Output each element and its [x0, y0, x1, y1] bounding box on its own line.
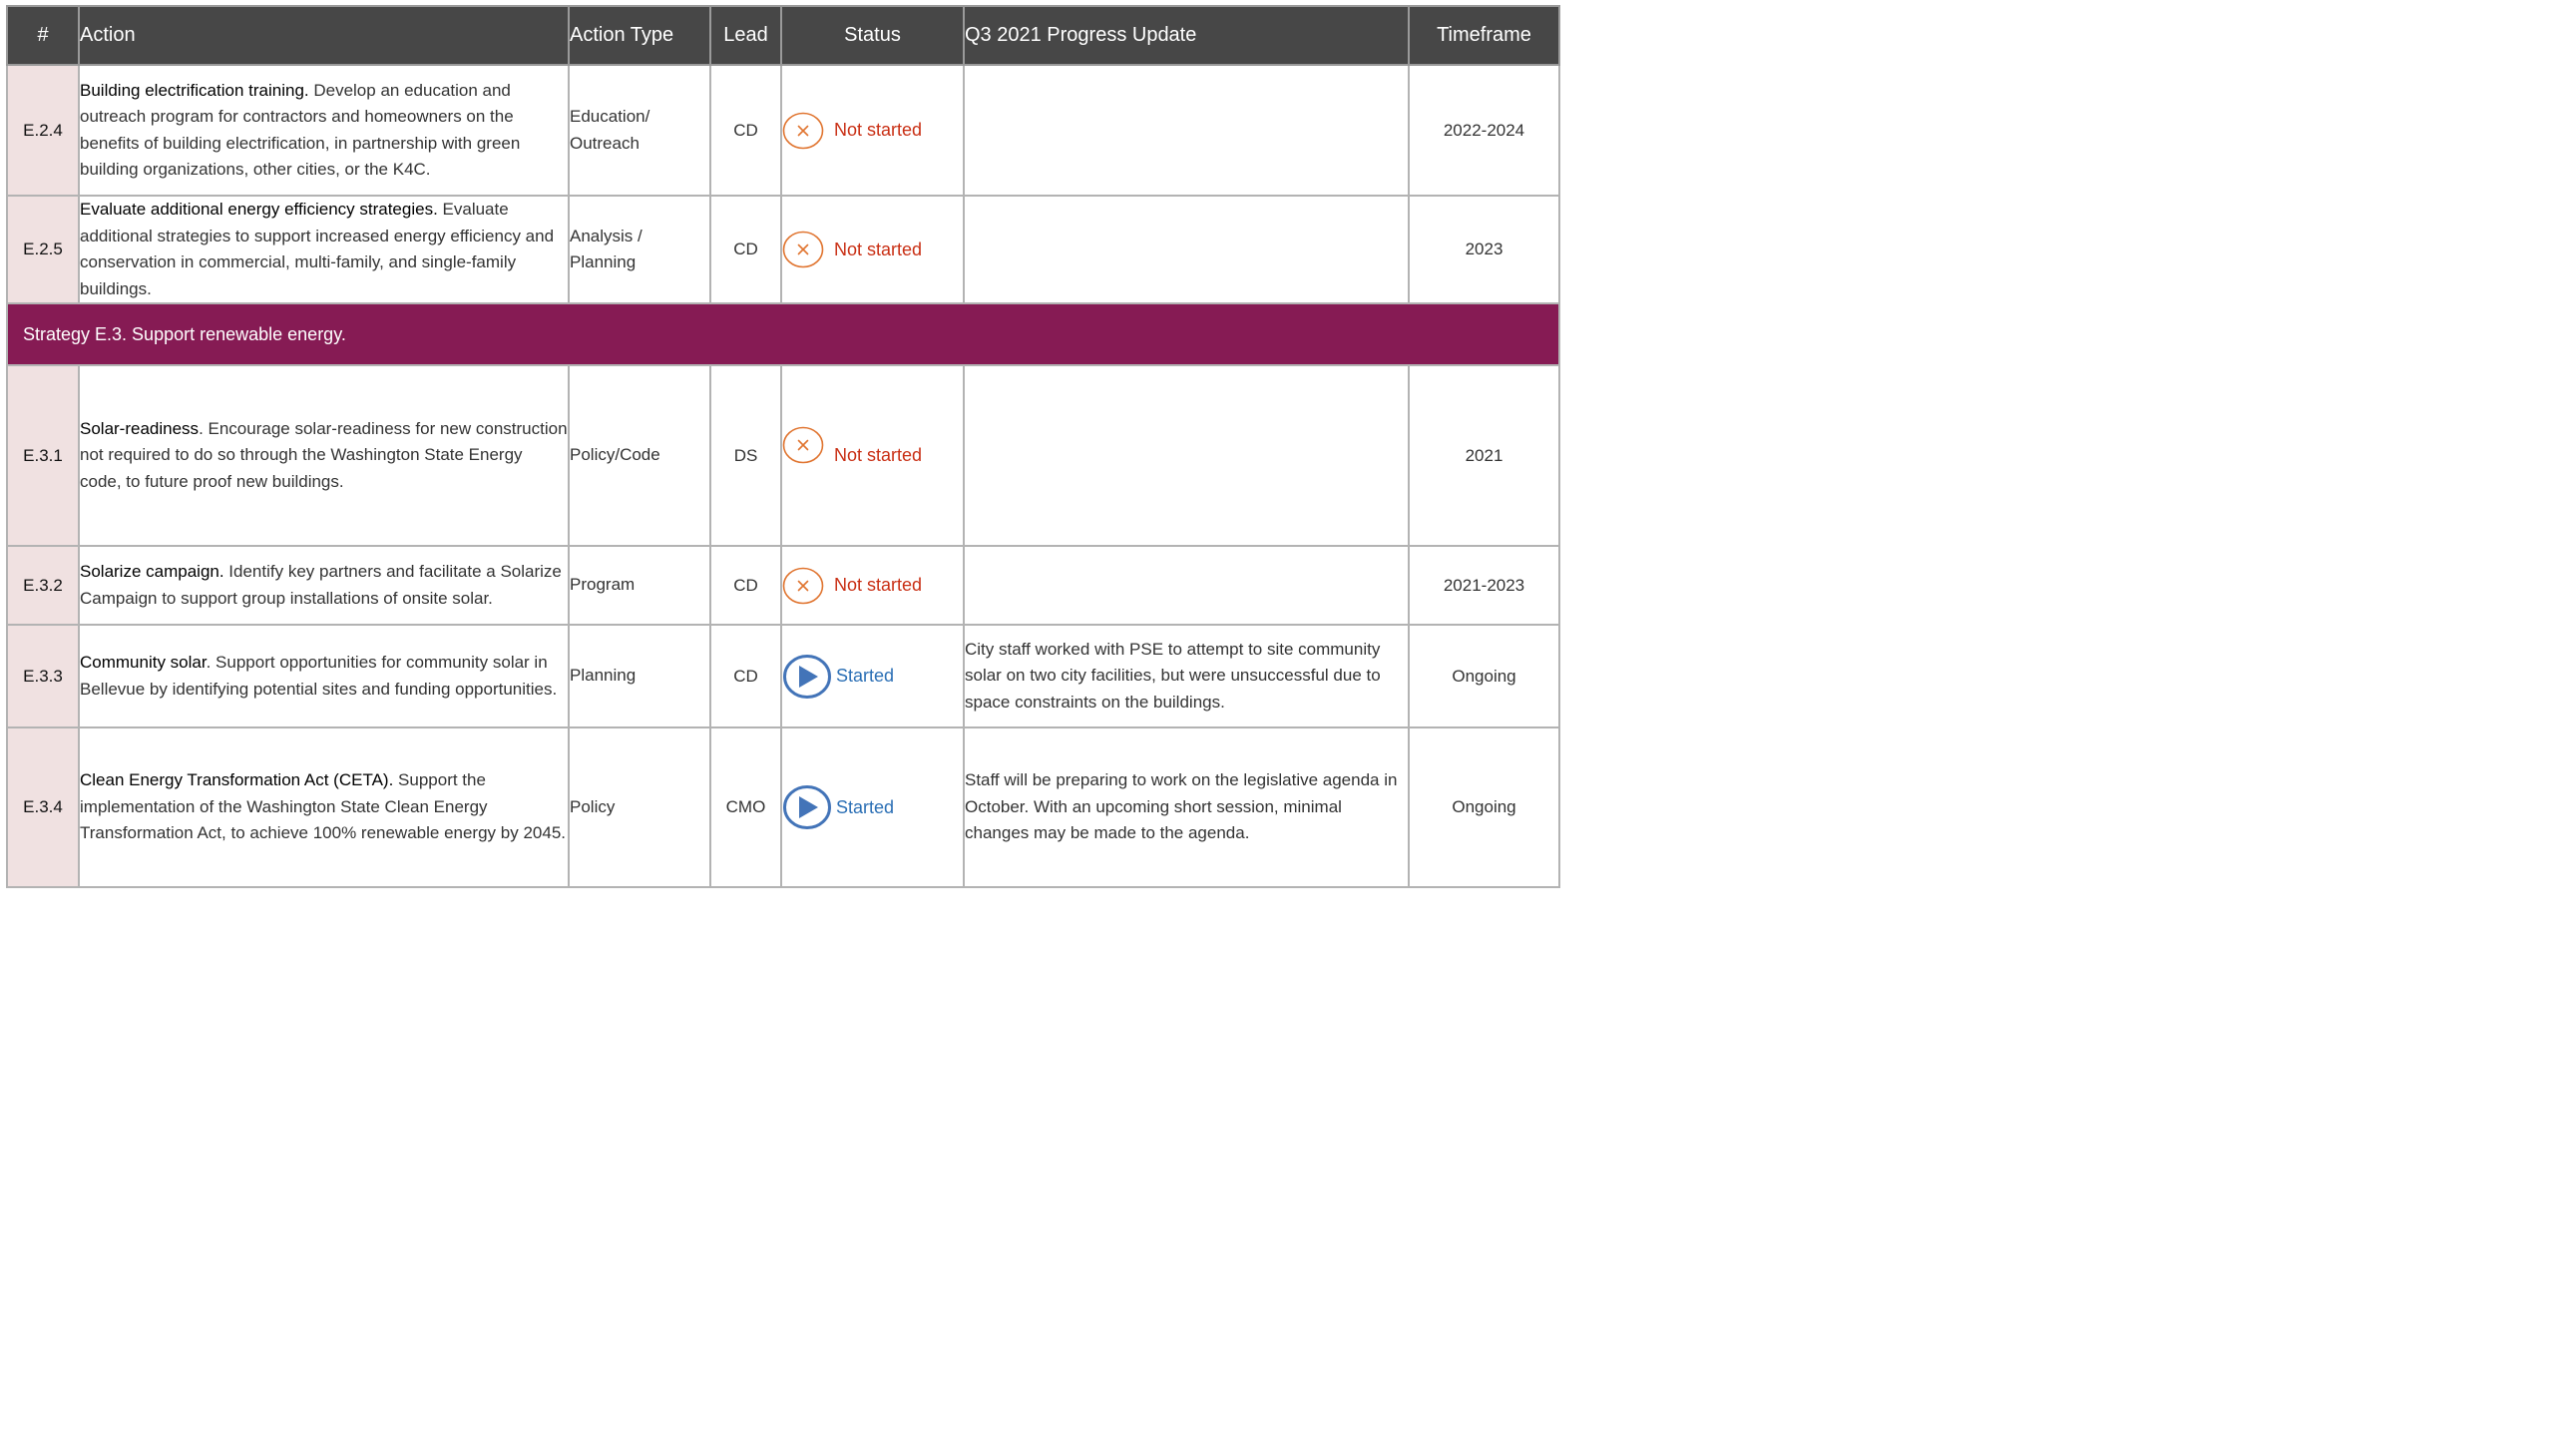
table-row: E.2.4 Building electrification training.… [6, 64, 1560, 197]
header-status: Status [780, 5, 965, 66]
timeframe: Ongoing [1408, 726, 1560, 888]
timeframe: 2021-2023 [1408, 545, 1560, 626]
status-cell: Not started [780, 64, 965, 197]
progress-update [963, 545, 1410, 626]
status-text: Not started [834, 239, 923, 259]
lead-dept: DS [709, 364, 782, 547]
action-title: Solar-readiness [80, 418, 200, 438]
action-id: E.3.4 [6, 726, 80, 888]
action-title: Community solar [80, 653, 207, 672]
timeframe: 2022-2024 [1408, 64, 1560, 197]
action-title: Clean Energy Transformation Act (CETA). [80, 770, 394, 790]
table-row: E.3.2 Solarize campaign. Identify key pa… [6, 545, 1560, 626]
header-action: Action [78, 5, 570, 66]
status-badge: Started [782, 653, 963, 701]
status-text: Not started [834, 120, 923, 140]
status-cell: Started [780, 624, 965, 728]
action-cell: Evaluate additional energy efficiency st… [78, 195, 570, 304]
header-num: # [6, 5, 80, 66]
action-cell: Building electrification training. Devel… [78, 64, 570, 197]
action-cell: Community solar. Support opportunities f… [78, 624, 570, 728]
status-text: Started [836, 666, 895, 686]
action-id: E.3.2 [6, 545, 80, 626]
action-cell: Solarize campaign. Identify key partners… [78, 545, 570, 626]
status-badge: Not started [782, 426, 963, 475]
action-title: Solarize campaign. [80, 562, 224, 581]
table-row: E.3.3 Community solar. Support opportuni… [6, 624, 1560, 728]
progress-update [963, 364, 1410, 547]
action-cell: Clean Energy Transformation Act (CETA). … [78, 726, 570, 888]
table-row: E.2.5 Evaluate additional energy efficie… [6, 195, 1560, 304]
header-progress-update: Q3 2021 Progress Update [963, 5, 1410, 66]
status-text: Not started [834, 575, 923, 595]
header-lead: Lead [709, 5, 782, 66]
progress-update [963, 195, 1410, 304]
x-circle-icon [782, 112, 824, 150]
action-cell: Solar-readiness. Encourage solar-readine… [78, 364, 570, 547]
header-timeframe: Timeframe [1408, 5, 1560, 66]
table-row: E.3.1 Solar-readiness. Encourage solar-r… [6, 364, 1560, 547]
play-circle-icon [782, 783, 834, 831]
status-cell: Not started [780, 545, 965, 626]
table-header: # Action Action Type Lead Status Q3 2021… [6, 5, 1560, 66]
table-body: E.2.4 Building electrification training.… [6, 64, 1560, 888]
x-circle-icon [782, 567, 824, 605]
progress-update [963, 64, 1410, 197]
action-id: E.3.3 [6, 624, 80, 728]
x-circle-icon [782, 426, 824, 464]
lead-dept: CD [709, 64, 782, 197]
action-title: Building electrification training. [80, 80, 309, 100]
status-badge: Not started [782, 231, 963, 268]
header-action-type: Action Type [568, 5, 711, 66]
lead-dept: CD [709, 545, 782, 626]
timeframe: 2023 [1408, 195, 1560, 304]
progress-update: Staff will be preparing to work on the l… [963, 726, 1410, 888]
action-type: Policy/Code [568, 364, 711, 547]
status-badge: Not started [782, 567, 963, 605]
progress-update: City staff worked with PSE to attempt to… [963, 624, 1410, 728]
action-type: Policy [568, 726, 711, 888]
action-type: Program [568, 545, 711, 626]
x-circle-icon [782, 231, 824, 268]
status-cell: Not started [780, 364, 965, 547]
action-table: # Action Action Type Lead Status Q3 2021… [6, 5, 1560, 888]
status-text: Started [836, 796, 895, 817]
climate-action-plan-sheet: # Action Action Type Lead Status Q3 2021… [0, 0, 1564, 888]
status-badge: Not started [782, 112, 963, 150]
action-type: Analysis / Planning [568, 195, 711, 304]
lead-dept: CD [709, 624, 782, 728]
timeframe: Ongoing [1408, 624, 1560, 728]
play-circle-icon [782, 653, 834, 701]
table-row: E.3.4 Clean Energy Transformation Act (C… [6, 726, 1560, 888]
timeframe: 2021 [1408, 364, 1560, 547]
status-text: Not started [834, 445, 923, 465]
lead-dept: CD [709, 195, 782, 304]
action-type: Planning [568, 624, 711, 728]
action-id: E.2.5 [6, 195, 80, 304]
status-badge: Started [782, 783, 963, 831]
lead-dept: CMO [709, 726, 782, 888]
status-cell: Started [780, 726, 965, 888]
strategy-heading: Strategy E.3. Support renewable energy. [6, 302, 1560, 366]
action-id: E.2.4 [6, 64, 80, 197]
header-row: # Action Action Type Lead Status Q3 2021… [6, 5, 1560, 66]
status-cell: Not started [780, 195, 965, 304]
action-type: Education/ Outreach [568, 64, 711, 197]
action-id: E.3.1 [6, 364, 80, 547]
strategy-row: Strategy E.3. Support renewable energy. [6, 302, 1560, 366]
action-title: Evaluate additional energy efficiency st… [80, 200, 438, 219]
